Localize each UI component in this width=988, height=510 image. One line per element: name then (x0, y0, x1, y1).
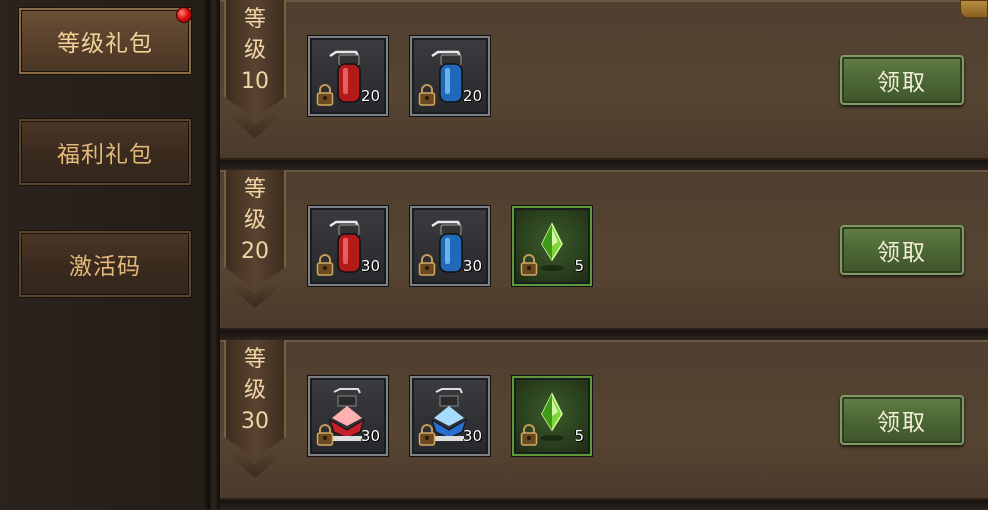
level-char: 等 (243, 347, 266, 372)
notification-dot-icon (176, 7, 192, 23)
reward-item-slot[interactable]: 20 (410, 36, 490, 116)
level-ribbon: 等级 20 (224, 170, 286, 308)
sidebar-item-label: 等级礼包 (57, 31, 153, 57)
reward-item-slot[interactable]: 30 (410, 206, 490, 286)
level-label: 等级 20 (224, 174, 286, 267)
level-char: 级 (243, 208, 266, 233)
item-count: 30 (462, 257, 482, 275)
lock-icon (316, 84, 334, 110)
lock-icon (418, 424, 436, 450)
level-value: 30 (241, 409, 269, 434)
item-count: 20 (462, 87, 482, 105)
sidebar-item-label: 激活码 (69, 254, 141, 280)
claim-button-label: 领取 (877, 240, 927, 266)
reward-item-slot[interactable]: 30 (308, 206, 388, 286)
claim-button-label: 领取 (877, 410, 927, 436)
sidebar-item-welfare-pack[interactable]: 福利礼包 (19, 119, 191, 185)
reward-row: 等级 20 30 30 5 领取 (220, 170, 988, 330)
item-count: 5 (574, 427, 584, 445)
item-count: 5 (574, 257, 584, 275)
reward-item-slot[interactable]: 5 (512, 376, 592, 456)
reward-row: 等级 10 20 20 领取 (220, 0, 988, 160)
row-separator (220, 160, 988, 170)
level-char: 等 (243, 177, 266, 202)
reward-row: 等级 30 30 30 5 领取 (220, 340, 988, 500)
level-char: 级 (243, 38, 266, 63)
level-value: 10 (241, 69, 269, 94)
level-ribbon: 等级 10 (224, 0, 286, 138)
level-char: 等 (243, 7, 266, 32)
level-label: 等级 30 (224, 344, 286, 437)
lock-icon (316, 254, 334, 280)
lock-icon (418, 254, 436, 280)
level-value: 20 (241, 239, 269, 264)
row-separator (220, 330, 988, 340)
claim-button[interactable]: 领取 (840, 395, 964, 445)
lock-icon (520, 254, 538, 280)
level-ribbon: 等级 30 (224, 340, 286, 478)
level-label: 等级 10 (224, 4, 286, 97)
item-count: 30 (360, 257, 380, 275)
lock-icon (316, 424, 334, 450)
sidebar-item-level-pack[interactable]: 等级礼包 (19, 7, 192, 74)
reward-item-slot[interactable]: 20 (308, 36, 388, 116)
reward-item-slot[interactable]: 30 (410, 376, 490, 456)
claim-button[interactable]: 领取 (840, 55, 964, 105)
level-char: 级 (243, 378, 266, 403)
sidebar-item-activation-code[interactable]: 激活码 (19, 231, 191, 297)
close-icon[interactable] (960, 0, 988, 18)
lock-icon (520, 424, 538, 450)
item-count: 20 (360, 87, 380, 105)
item-count: 30 (360, 427, 380, 445)
sidebar-item-label: 福利礼包 (57, 142, 153, 168)
panel-divider (208, 0, 220, 509)
reward-item-slot[interactable]: 5 (512, 206, 592, 286)
claim-button[interactable]: 领取 (840, 225, 964, 275)
sidebar: 等级礼包 福利礼包 激活码 (0, 0, 208, 509)
reward-item-slot[interactable]: 30 (308, 376, 388, 456)
item-count: 30 (462, 427, 482, 445)
lock-icon (418, 84, 436, 110)
claim-button-label: 领取 (877, 70, 927, 96)
